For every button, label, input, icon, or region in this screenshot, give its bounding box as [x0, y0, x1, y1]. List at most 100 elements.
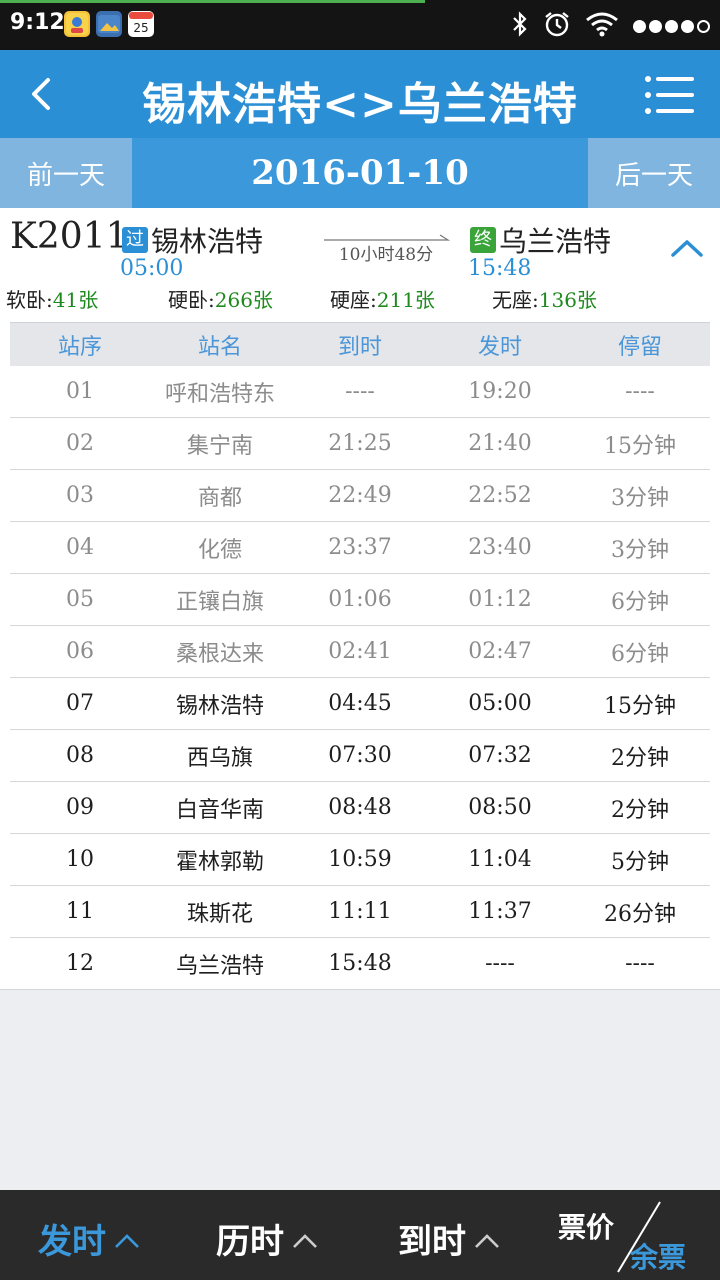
- cell-station: 化德: [197, 537, 242, 563]
- cell-station: 正镶白旗: [175, 589, 264, 615]
- seat-soft-sleeper: 软卧:41张: [6, 288, 99, 312]
- pass-badge: 过: [122, 227, 148, 253]
- table-header: 站序 站名 到时 发时 停留: [10, 322, 710, 366]
- cell-station: 锡林浩特: [175, 693, 264, 719]
- contacts-app-icon: [64, 11, 90, 37]
- header-arrive: 到时: [337, 334, 382, 360]
- cell-arrive: 15:48: [328, 951, 392, 976]
- cell-seq: 08: [66, 743, 94, 768]
- cell-station: 乌兰浩特: [175, 953, 264, 979]
- cell-arrive: 01:06: [328, 587, 392, 612]
- cell-stay: 2分钟: [611, 797, 669, 823]
- header-station: 站名: [197, 334, 242, 360]
- header-seq: 站序: [57, 334, 102, 360]
- from-time: 05:00: [120, 256, 184, 281]
- cell-seq: 11: [66, 899, 94, 924]
- table-row: 04 化德 23:37 23:40 3分钟: [10, 522, 710, 574]
- sort-depart-button[interactable]: 发时: [38, 1214, 140, 1263]
- cell-arrive: 04:45: [328, 691, 392, 716]
- cell-arrive: 07:30: [328, 743, 392, 768]
- cell-arrive: 02:41: [328, 639, 392, 664]
- cell-seq: 04: [66, 535, 94, 560]
- table-row: 01 呼和浩特东 ---- 19:20 ----: [10, 366, 710, 418]
- status-bar: 9:12 25: [0, 0, 720, 50]
- from-station: 过 锡林浩特: [122, 220, 263, 260]
- status-time: 9:12: [10, 10, 65, 35]
- sort-arrive-label: 到时: [398, 1222, 466, 1262]
- app-header: 锡林浩特<>乌兰浩特: [0, 50, 720, 138]
- cell-station: 商都: [197, 485, 242, 511]
- table-row: 06 桑根达来 02:41 02:47 6分钟: [10, 626, 710, 678]
- cell-stay: ----: [625, 951, 655, 976]
- cell-station: 呼和浩特东: [164, 381, 275, 407]
- cell-depart: 23:40: [468, 535, 532, 560]
- cell-depart: 19:20: [468, 379, 532, 404]
- cell-depart: 22:52: [468, 483, 532, 508]
- sort-arrive-button[interactable]: 到时: [398, 1214, 500, 1263]
- date-display[interactable]: 2016-01-10: [132, 138, 588, 208]
- calendar-app-icon: 25: [128, 11, 154, 37]
- chevron-left-icon[interactable]: [22, 74, 62, 114]
- cell-seq: 09: [66, 795, 94, 820]
- cell-arrive: 21:25: [328, 431, 392, 456]
- cell-station: 白音华南: [175, 797, 264, 823]
- cell-seq: 01: [66, 379, 94, 404]
- bluetooth-icon: [511, 10, 529, 42]
- price-remaining-toggle[interactable]: 票价 余票: [556, 1190, 706, 1280]
- header-depart: 发时: [477, 334, 522, 360]
- to-time: 15:48: [468, 256, 532, 281]
- seat-hard-sleeper: 硬卧:266张: [168, 288, 273, 312]
- cell-station: 桑根达来: [175, 641, 264, 667]
- cell-stay: 6分钟: [611, 589, 669, 615]
- cell-stay: 2分钟: [611, 745, 669, 771]
- page-title: 锡林浩特<>乌兰浩特: [142, 79, 578, 130]
- calendar-day-text: 25: [133, 21, 148, 35]
- table-row: 10 霍林郭勒 10:59 11:04 5分钟: [10, 834, 710, 886]
- cell-seq: 10: [66, 847, 94, 872]
- terminal-badge: 终: [470, 227, 496, 253]
- table-row: 08 西乌旗 07:30 07:32 2分钟: [10, 730, 710, 782]
- cell-station: 霍林郭勒: [175, 849, 264, 875]
- cell-stay: 15分钟: [604, 693, 676, 719]
- sort-duration-label: 历时: [216, 1222, 284, 1262]
- cell-seq: 07: [66, 691, 94, 716]
- cell-station: 珠斯花: [186, 901, 253, 927]
- seat-no-seat: 无座:136张: [492, 288, 597, 312]
- table-body: 01 呼和浩特东 ---- 19:20 ---- 02 集宁南 21:25 21:40 15分钟 0…: [10, 366, 710, 990]
- header-stay: 停留: [617, 334, 662, 360]
- cell-depart: 11:37: [468, 899, 532, 924]
- chevron-up-icon[interactable]: [670, 238, 704, 262]
- price-label: 票价: [558, 1211, 615, 1244]
- alarm-icon: [543, 10, 571, 42]
- duration: 10小时48分: [338, 245, 434, 265]
- prev-day-button[interactable]: 前一天: [0, 138, 132, 208]
- table-row: 11 珠斯花 11:11 11:37 26分钟: [10, 886, 710, 938]
- next-day-button[interactable]: 后一天: [588, 138, 720, 208]
- from-station-name: 锡林浩特: [151, 225, 264, 258]
- remaining-label: 余票: [630, 1241, 687, 1274]
- cell-arrive: 10:59: [328, 847, 392, 872]
- cell-depart: ----: [485, 951, 515, 976]
- date-bar: 前一天 2016-01-10 后一天: [0, 138, 720, 208]
- chevron-up-icon: [293, 1233, 317, 1248]
- cell-seq: 03: [66, 483, 94, 508]
- cell-seq: 02: [66, 431, 94, 456]
- cell-arrive: 22:49: [328, 483, 392, 508]
- menu-icon[interactable]: [644, 74, 696, 116]
- table-row: 07 锡林浩特 04:45 05:00 15分钟: [10, 678, 710, 730]
- cell-arrive: 08:48: [328, 795, 392, 820]
- photo-app-icon: [96, 11, 122, 37]
- cell-arrive: ----: [345, 379, 375, 404]
- cell-depart: 07:32: [468, 743, 532, 768]
- sort-duration-button[interactable]: 历时: [216, 1214, 318, 1263]
- train-number: K2011: [10, 216, 129, 257]
- to-station: 终 乌兰浩特: [470, 220, 611, 260]
- train-info-card: K2011 过 锡林浩特 05:00 10小时48分 终 乌兰浩特 15:48 …: [0, 208, 720, 324]
- cell-stay: 15分钟: [604, 433, 676, 459]
- cell-stay: ----: [625, 379, 655, 404]
- cell-depart: 21:40: [468, 431, 532, 456]
- seat-availability: 软卧:41张 硬卧:266张 硬座:211张 无座:136张: [0, 284, 720, 314]
- cell-arrive: 11:11: [328, 899, 392, 924]
- cell-depart: 11:04: [468, 847, 532, 872]
- cell-seq: 06: [66, 639, 94, 664]
